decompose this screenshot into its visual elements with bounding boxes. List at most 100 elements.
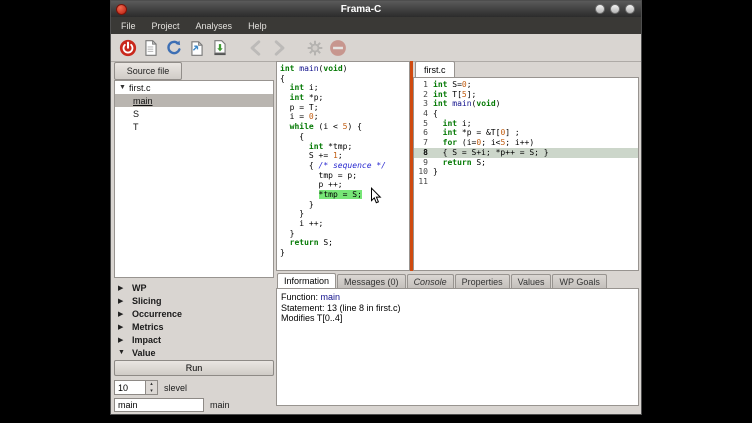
menu-project[interactable]: Project	[144, 17, 188, 34]
code-line[interactable]: int i;	[280, 83, 409, 93]
reload-icon[interactable]	[162, 36, 185, 59]
code-line[interactable]: 11	[414, 177, 638, 187]
code-line[interactable]: 7 for (i=0; i<5; i++)	[414, 138, 638, 148]
forward-icon	[267, 36, 290, 59]
code-line[interactable]: 8 { S = S+i; *p++ = S; }	[414, 148, 638, 158]
expander-icon[interactable]: ▶	[118, 284, 127, 292]
tab-first-c[interactable]: first.c	[415, 61, 455, 77]
code-line[interactable]: tmp = p;	[280, 171, 409, 181]
tree-item-s[interactable]: S	[115, 107, 273, 120]
analysis-section-impact[interactable]: ▶Impact	[114, 333, 274, 346]
expander-icon[interactable]: ▼	[119, 84, 129, 91]
tree-item-label: T	[133, 122, 139, 132]
titlebar: Frama-C	[111, 1, 641, 17]
save-session-icon[interactable]	[208, 36, 231, 59]
tab-properties[interactable]: Properties	[455, 274, 510, 288]
analysis-section-occurrence[interactable]: ▶Occurrence	[114, 307, 274, 320]
line-number: 5	[414, 119, 428, 129]
slevel-row: 10 ▴ ▾ slevel	[114, 380, 274, 395]
menu-file[interactable]: File	[113, 17, 144, 34]
cil-code-panel[interactable]: int main(void){ int i; int *p; p = T; i …	[276, 61, 410, 271]
code-line[interactable]: int *p;	[280, 93, 409, 103]
source-file-button[interactable]: Source file	[114, 62, 182, 80]
analysis-section-slicing[interactable]: ▶ Slicing	[114, 294, 274, 307]
code-line[interactable]: return S;	[280, 238, 409, 248]
code-line[interactable]: 9 return S;	[414, 158, 638, 168]
slevel-label: slevel	[164, 383, 187, 393]
spinner-buttons: ▴ ▾	[145, 381, 157, 394]
code-line[interactable]: {	[280, 132, 409, 142]
tree-item-first-c[interactable]: ▼first.c	[115, 81, 273, 94]
tab-wp-goals[interactable]: WP Goals	[552, 274, 606, 288]
stop-icon	[326, 36, 349, 59]
analysis-section-metrics[interactable]: ▶ Metrics	[114, 320, 274, 333]
tab-information[interactable]: Information	[277, 273, 336, 288]
expander-icon[interactable]: ▼	[118, 349, 127, 356]
source-code-view[interactable]: 1int S=0;2int T[5];3int main(void)4{5 in…	[413, 77, 639, 271]
tree-item-main[interactable]: main	[115, 94, 273, 107]
tab-console[interactable]: Console	[407, 274, 454, 288]
expander-icon[interactable]: ▶	[118, 336, 127, 344]
main-function-input[interactable]: main	[114, 398, 204, 412]
main-area: Source file ▼first.cmainST ▶WP▶Slicing▶O…	[112, 61, 640, 413]
line-number: 7	[414, 138, 428, 148]
tree-item-label: S	[133, 109, 139, 119]
tree-item-label: first.c	[129, 83, 151, 93]
code-line[interactable]: i = 0;	[280, 112, 409, 122]
tab-values[interactable]: Values	[511, 274, 552, 288]
code-line[interactable]: int *tmp;	[280, 142, 409, 152]
code-line[interactable]: S += 1;	[280, 151, 409, 161]
analysis-section-value[interactable]: ▼Value	[114, 346, 274, 359]
line-number: 3	[414, 99, 428, 109]
preferences-icon	[303, 36, 326, 59]
analysis-section-label: Metrics	[132, 322, 164, 332]
code-line[interactable]: }	[280, 248, 409, 258]
code-line[interactable]: 4{	[414, 109, 638, 119]
run-button[interactable]: Run	[114, 360, 274, 376]
info-line: Function: main	[281, 292, 634, 303]
code-line[interactable]: 2int T[5];	[414, 90, 638, 100]
menu-help[interactable]: Help	[240, 17, 275, 34]
analyses-list: ▶WP▶Slicing▶Occurrence▶Metrics▶Impact▼Va…	[114, 281, 274, 359]
code-line[interactable]: { /* sequence */	[280, 161, 409, 171]
load-session-icon[interactable]	[185, 36, 208, 59]
slevel-spinbox[interactable]: 10 ▴ ▾	[114, 380, 158, 395]
code-line[interactable]: p ++;	[280, 180, 409, 190]
mouse-cursor	[370, 187, 383, 211]
minimize-button[interactable]	[595, 4, 605, 14]
code-line[interactable]: 5 int i;	[414, 119, 638, 129]
code-line[interactable]: while (i < 5) {	[280, 122, 409, 132]
tree-item-t[interactable]: T	[115, 120, 273, 133]
code-line[interactable]: i ++;	[280, 219, 409, 229]
code-line[interactable]: 3int main(void)	[414, 99, 638, 109]
code-line[interactable]: }	[280, 200, 409, 210]
menu-analyses[interactable]: Analyses	[188, 17, 241, 34]
close-button[interactable]	[625, 4, 635, 14]
code-line[interactable]: p = T;	[280, 103, 409, 113]
window-menu-icon[interactable]	[116, 4, 127, 15]
line-number: 8	[414, 148, 428, 158]
tab-messages-0-[interactable]: Messages (0)	[337, 274, 406, 288]
slevel-value[interactable]: 10	[115, 381, 145, 394]
expander-icon[interactable]: ▶	[118, 310, 127, 318]
expander-icon[interactable]: ▶	[118, 297, 127, 305]
code-line[interactable]: 10}	[414, 167, 638, 177]
code-line[interactable]: }	[280, 229, 409, 239]
quit-icon[interactable]	[116, 36, 139, 59]
code-line[interactable]: int main(void)	[280, 64, 409, 74]
new-session-icon[interactable]	[139, 36, 162, 59]
toolbar	[111, 34, 641, 62]
expander-icon[interactable]: ▶	[118, 323, 127, 331]
code-line[interactable]: *tmp = S;	[280, 190, 409, 200]
analysis-section-label: Slicing	[132, 296, 162, 306]
spin-down-icon[interactable]: ▾	[146, 388, 157, 395]
analysis-section-wp[interactable]: ▶WP	[114, 281, 274, 294]
menubar: FileProjectAnalysesHelp	[111, 17, 641, 34]
code-line[interactable]: 6 int *p = &T[0] ;	[414, 128, 638, 138]
maximize-button[interactable]	[610, 4, 620, 14]
code-line[interactable]: 1int S=0;	[414, 80, 638, 90]
line-number: 11	[414, 177, 428, 187]
code-line[interactable]: }	[280, 209, 409, 219]
source-code-panel: first.c 1int S=0;2int T[5];3int main(voi…	[413, 61, 639, 271]
code-line[interactable]: {	[280, 74, 409, 84]
